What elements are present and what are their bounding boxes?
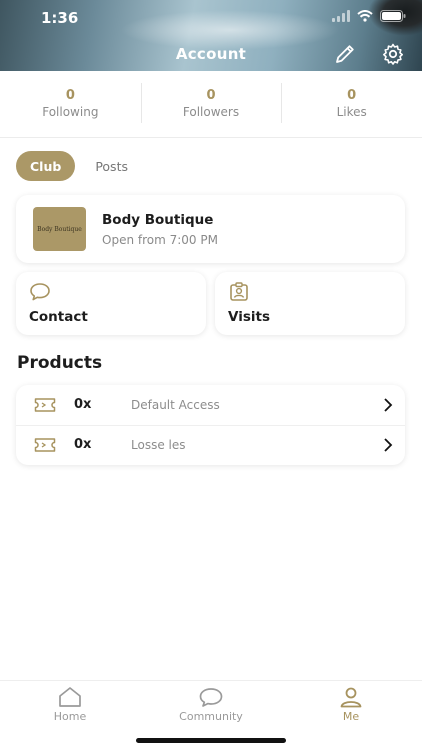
club-name: Body Boutique: [102, 212, 214, 228]
signal-icon: [332, 10, 350, 22]
id-badge-icon: [230, 282, 248, 301]
battery-icon: [380, 10, 406, 22]
stat-label: Followers: [182, 105, 240, 119]
contact-label: Contact: [29, 309, 88, 325]
user-icon: [340, 687, 362, 708]
nav-label: Me: [342, 710, 360, 723]
products-list: 0x Default Access 0x Losse les: [16, 385, 405, 465]
product-row-default-access[interactable]: 0x Default Access: [16, 385, 405, 426]
nav-label: Community: [179, 710, 243, 723]
stat-likes[interactable]: 0 Likes: [281, 71, 422, 137]
ticket-icon: [34, 398, 56, 412]
chevron-right-icon: [384, 398, 393, 412]
nav-home[interactable]: Home: [25, 685, 115, 723]
home-icon: [59, 687, 81, 707]
page-title: Account: [175, 45, 247, 63]
product-row-losse-les[interactable]: 0x Losse les: [16, 425, 405, 465]
nav-label: Home: [53, 710, 87, 723]
ticket-icon: [34, 438, 56, 452]
nav-community[interactable]: Community: [166, 685, 256, 723]
gear-icon: [383, 43, 403, 65]
visits-button[interactable]: Visits: [215, 272, 405, 335]
tab-club[interactable]: Club: [16, 151, 76, 181]
wifi-icon: [357, 10, 373, 22]
stat-following[interactable]: 0 Following: [0, 71, 141, 137]
pencil-icon: [336, 45, 354, 63]
contact-button[interactable]: Contact: [16, 272, 206, 335]
status-time: 1:36: [41, 9, 79, 27]
club-hours: Open from 7:00 PM: [102, 233, 218, 247]
profile-tabs: Club Posts: [16, 151, 142, 181]
settings-button[interactable]: [381, 42, 405, 66]
status-icons: [332, 10, 406, 22]
chevron-right-icon: [384, 438, 393, 452]
home-indicator: [136, 738, 286, 743]
stat-label: Following: [42, 105, 99, 119]
profile-stats: 0 Following 0 Followers 0 Likes: [0, 71, 422, 138]
header-banner: 1:36 Account: [0, 0, 422, 71]
visits-label: Visits: [228, 309, 270, 325]
club-logo: Body Boutique: [33, 207, 86, 251]
tab-posts[interactable]: Posts: [81, 151, 142, 181]
club-card[interactable]: Body Boutique Body Boutique Open from 7:…: [16, 195, 405, 263]
stat-followers[interactable]: 0 Followers: [140, 71, 282, 137]
product-name: Default Access: [131, 398, 220, 412]
stat-label: Likes: [336, 105, 367, 119]
stat-value: 0: [206, 88, 216, 103]
product-qty: 0x: [74, 397, 92, 412]
wave-foam: [120, 10, 340, 50]
stat-value: 0: [347, 88, 357, 103]
stat-value: 0: [65, 88, 75, 103]
product-qty: 0x: [74, 437, 92, 452]
chat-bubble-icon: [30, 283, 50, 301]
nav-me[interactable]: Me: [306, 685, 396, 723]
chat-bubble-icon: [199, 688, 223, 707]
products-title: Products: [17, 353, 103, 373]
edit-button[interactable]: [333, 42, 357, 66]
product-name: Losse les: [131, 438, 186, 452]
